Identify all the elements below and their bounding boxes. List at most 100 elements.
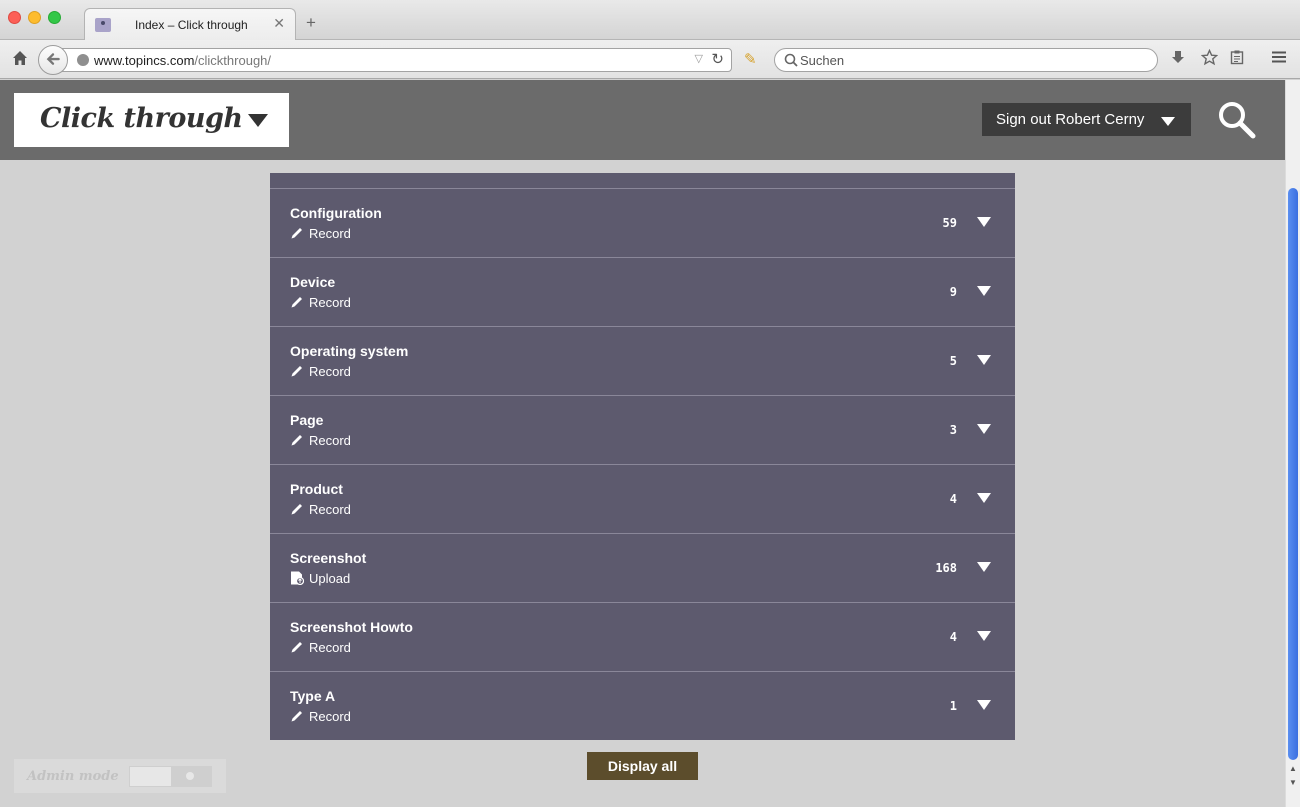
list-item-action[interactable]: Record	[290, 433, 351, 448]
list-item[interactable]: Device Record 9	[270, 258, 1015, 327]
list-item-action-label: Record	[309, 433, 351, 448]
url-text: www.topincs.com/clickthrough/	[94, 53, 272, 68]
tab-close-icon[interactable]: ✕	[273, 15, 285, 32]
expand-caret-icon[interactable]	[977, 424, 991, 434]
list-item[interactable]: Screenshot Howto Record 4	[270, 603, 1015, 672]
list-item-count: 4	[949, 630, 957, 644]
list-item-title[interactable]: Product	[290, 481, 343, 497]
admin-mode-toggle[interactable]	[129, 766, 212, 787]
list-item-action-label: Record	[309, 226, 351, 241]
expand-caret-icon[interactable]	[977, 493, 991, 503]
expand-caret-icon[interactable]	[977, 700, 991, 710]
list-item-title[interactable]: Configuration	[290, 205, 382, 221]
list-item-action-label: Record	[309, 640, 351, 655]
list-item[interactable]: Product Record 4	[270, 465, 1015, 534]
pencil-icon	[290, 433, 304, 447]
list-item-action[interactable]: Record	[290, 640, 351, 655]
list-item[interactable]: Page Record 3	[270, 396, 1015, 465]
home-icon[interactable]	[12, 50, 28, 66]
list-item-title[interactable]: Screenshot	[290, 550, 366, 566]
list-item-title[interactable]: Operating system	[290, 343, 408, 359]
bookmark-star-icon[interactable]	[1201, 49, 1218, 66]
scroll-up-arrow-icon[interactable]: ▲	[1289, 764, 1297, 773]
brand-title: Click through	[40, 103, 243, 134]
list-item-title[interactable]: Device	[290, 274, 335, 290]
list-item[interactable]: Operating system Record 5	[270, 327, 1015, 396]
list-item-count: 168	[935, 561, 957, 575]
admin-mode-label: Admin mode	[27, 769, 119, 784]
pencil-icon	[290, 364, 304, 378]
back-arrow-icon	[46, 53, 60, 65]
brand-menu[interactable]: Click through	[14, 93, 289, 147]
list-item-action-label: Record	[309, 364, 351, 379]
list-item-count: 1	[949, 699, 957, 713]
list-item-action[interactable]: Record	[290, 502, 351, 517]
reload-icon[interactable]: ↻	[711, 50, 724, 68]
browser-search-input[interactable]: Suchen	[774, 48, 1158, 72]
expand-caret-icon[interactable]	[977, 286, 991, 296]
pencil-icon	[290, 295, 304, 309]
zoom-window-button[interactable]	[48, 11, 61, 24]
list-item-title[interactable]: Screenshot Howto	[290, 619, 413, 635]
toggle-knob[interactable]	[171, 767, 211, 786]
new-tab-button[interactable]: +	[306, 14, 316, 31]
list-item-count: 9	[949, 285, 957, 299]
list-item-action-label: Record	[309, 502, 351, 517]
broom-icon[interactable]: ✎	[744, 50, 757, 68]
list-top-cap	[270, 173, 1015, 189]
globe-icon	[77, 54, 89, 66]
display-all-button[interactable]: Display all	[587, 752, 698, 780]
expand-caret-icon[interactable]	[977, 217, 991, 227]
caret-down-icon	[248, 114, 268, 127]
pencil-icon	[290, 640, 304, 654]
list-item-action[interactable]: Record	[290, 295, 351, 310]
caret-down-icon	[1161, 117, 1175, 126]
pencil-icon	[290, 709, 304, 723]
browser-titlebar: Index – Click through ✕ +	[0, 0, 1300, 41]
list-item-action-label: Record	[309, 709, 351, 724]
list-item-title[interactable]: Page	[290, 412, 323, 428]
list-item-action-label: Record	[309, 295, 351, 310]
browser-tab[interactable]: Index – Click through ✕	[84, 8, 296, 41]
clipboard-icon[interactable]	[1229, 49, 1245, 65]
search-icon	[784, 53, 798, 67]
favicon-icon	[95, 18, 111, 32]
signout-button[interactable]: Sign out Robert Cerny	[982, 103, 1191, 136]
list-item[interactable]: Type A Record 1	[270, 672, 1015, 740]
list-item-count: 4	[949, 492, 957, 506]
admin-mode-panel: Admin mode	[14, 759, 226, 793]
search-icon[interactable]	[1216, 99, 1258, 141]
back-button[interactable]	[38, 45, 68, 75]
signout-label: Sign out Robert Cerny	[996, 111, 1145, 128]
list-item-count: 59	[942, 216, 957, 230]
search-placeholder: Suchen	[800, 53, 845, 68]
pencil-icon	[290, 502, 304, 516]
upload-icon	[290, 571, 305, 586]
download-icon[interactable]	[1170, 49, 1186, 65]
url-history-dropdown-icon[interactable]: ▽	[695, 52, 703, 65]
expand-caret-icon[interactable]	[977, 355, 991, 365]
list-item-action[interactable]: Record	[290, 709, 351, 724]
list-item-action[interactable]: Record	[290, 364, 351, 379]
list-item-title[interactable]: Type A	[290, 688, 335, 704]
pencil-icon	[290, 226, 304, 240]
tab-title: Index – Click through	[135, 18, 248, 32]
browser-navbar: www.topincs.com/clickthrough/ ▽ ↻ ✎ Such…	[0, 40, 1300, 79]
list-item-count: 3	[949, 423, 957, 437]
list-item-action-label: Upload	[309, 571, 351, 586]
menu-icon[interactable]	[1271, 49, 1287, 65]
url-bar[interactable]: www.topincs.com/clickthrough/ ▽ ↻	[62, 48, 732, 72]
list-item[interactable]: Configuration Record 59	[270, 189, 1015, 258]
list-item[interactable]: Screenshot Upload 168	[270, 534, 1015, 603]
topic-type-list: Configuration Record 59 Device Record 9 Operat…	[270, 173, 1015, 740]
app-header: Click through Sign out Robert Cerny	[0, 80, 1285, 160]
expand-caret-icon[interactable]	[977, 562, 991, 572]
minimize-window-button[interactable]	[28, 11, 41, 24]
scrollbar-thumb[interactable]	[1288, 188, 1298, 760]
scroll-down-arrow-icon[interactable]: ▼	[1289, 778, 1297, 787]
close-window-button[interactable]	[8, 11, 21, 24]
list-item-action[interactable]: Record	[290, 226, 351, 241]
page-scrollbar[interactable]: ▲ ▼	[1285, 80, 1300, 807]
expand-caret-icon[interactable]	[977, 631, 991, 641]
list-item-action[interactable]: Upload	[290, 571, 350, 586]
